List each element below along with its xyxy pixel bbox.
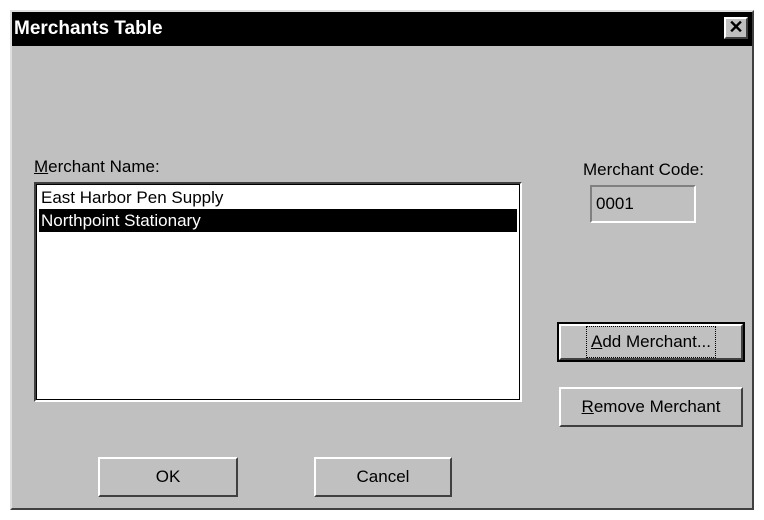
ok-button[interactable]: OK xyxy=(98,457,238,497)
close-icon: ✕ xyxy=(728,17,744,37)
merchant-name-label: Merchant Name: xyxy=(34,157,160,177)
remove-merchant-button[interactable]: Remove Merchant xyxy=(559,387,743,427)
merchant-list-item-label: Northpoint Stationary xyxy=(41,211,201,230)
window-title: Merchants Table xyxy=(14,18,163,39)
title-bar[interactable]: Merchants Table ✕ xyxy=(12,12,752,46)
add-merchant-text: dd Merchant... xyxy=(602,332,711,351)
merchant-name-label-text: erchant Name: xyxy=(48,157,160,176)
cancel-button[interactable]: Cancel xyxy=(314,457,452,497)
merchant-list-item-label: East Harbor Pen Supply xyxy=(41,188,224,207)
merchant-name-label-mnemonic: M xyxy=(34,157,49,176)
merchant-name-listbox[interactable]: East Harbor Pen Supply Northpoint Statio… xyxy=(34,182,522,402)
merchant-list-item[interactable]: East Harbor Pen Supply xyxy=(39,186,517,209)
merchant-code-label: Merchant Code: xyxy=(583,160,704,179)
merchants-table-dialog: Merchants Table ✕ Merchant Name: East Ha… xyxy=(10,10,754,510)
add-merchant-label: Add Merchant... xyxy=(585,326,716,358)
add-merchant-mnemonic: A xyxy=(590,332,603,351)
remove-merchant-text: emove Merchant xyxy=(593,397,721,416)
merchant-list-item-selected[interactable]: Northpoint Stationary xyxy=(39,209,517,232)
add-merchant-button[interactable]: Add Merchant... xyxy=(557,322,745,362)
remove-merchant-mnemonic: R xyxy=(581,397,594,416)
merchant-code-field: 0001 xyxy=(590,185,696,223)
close-button[interactable]: ✕ xyxy=(724,17,748,39)
